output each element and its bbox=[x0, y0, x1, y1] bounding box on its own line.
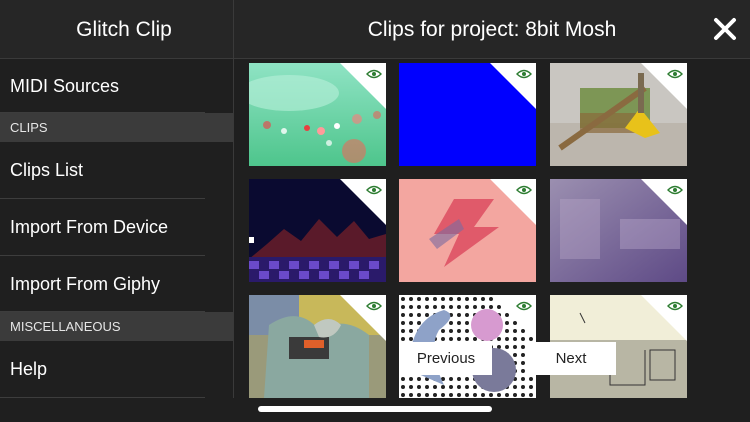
top-bar: Glitch Clip Clips for project: 8bit Mosh bbox=[0, 0, 750, 59]
previous-button[interactable]: Previous bbox=[400, 342, 492, 375]
section-header-misc: MISCELLANEOUS bbox=[0, 312, 233, 341]
clip-thumbnail[interactable] bbox=[249, 179, 386, 282]
sidebar: MIDI Sources CLIPS Clips List Import Fro… bbox=[0, 59, 233, 398]
clip-thumbnail[interactable] bbox=[399, 63, 536, 166]
eye-icon[interactable] bbox=[366, 69, 382, 79]
clip-thumbnail[interactable] bbox=[249, 295, 386, 398]
sidebar-item-help[interactable]: Help bbox=[0, 341, 233, 398]
app-title: Glitch Clip bbox=[76, 18, 172, 41]
home-indicator[interactable] bbox=[258, 406, 492, 412]
eye-icon[interactable] bbox=[516, 69, 532, 79]
clip-thumbnail[interactable] bbox=[550, 179, 687, 282]
eye-icon[interactable] bbox=[667, 301, 683, 311]
section-header-clips: CLIPS bbox=[0, 113, 233, 142]
close-icon[interactable] bbox=[708, 12, 742, 46]
eye-icon[interactable] bbox=[667, 185, 683, 195]
clip-thumbnail[interactable] bbox=[399, 179, 536, 282]
clip-thumbnail[interactable] bbox=[249, 63, 386, 166]
eye-icon[interactable] bbox=[366, 185, 382, 195]
sidebar-item-clips-list[interactable]: Clips List bbox=[0, 142, 233, 199]
sidebar-item-midi-sources[interactable]: MIDI Sources bbox=[0, 59, 233, 113]
eye-icon[interactable] bbox=[667, 69, 683, 79]
project-title: Clips for project: 8bit Mosh bbox=[367, 18, 617, 41]
sidebar-item-import-giphy[interactable]: Import From Giphy bbox=[0, 256, 233, 312]
eye-icon[interactable] bbox=[516, 185, 532, 195]
eye-icon[interactable] bbox=[366, 301, 382, 311]
clip-grid bbox=[234, 60, 750, 398]
next-button[interactable]: Next bbox=[526, 342, 616, 375]
eye-icon[interactable] bbox=[516, 301, 532, 311]
clip-thumbnail[interactable] bbox=[550, 63, 687, 166]
sidebar-item-import-device[interactable]: Import From Device bbox=[0, 199, 233, 256]
